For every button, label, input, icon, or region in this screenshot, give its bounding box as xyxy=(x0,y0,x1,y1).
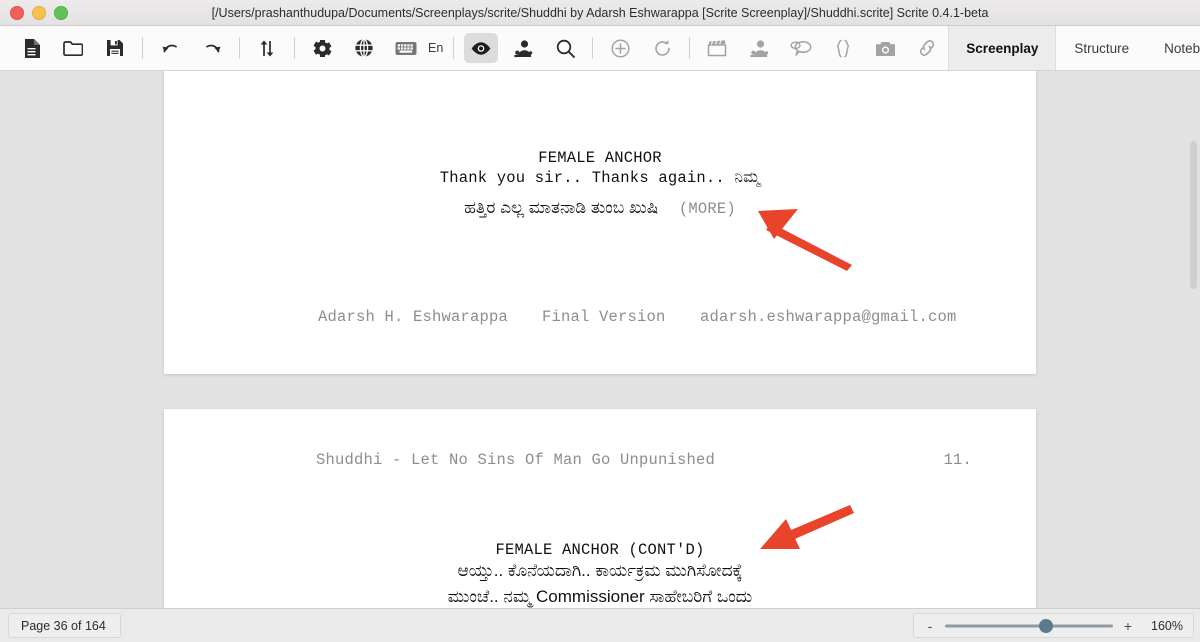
window-title: [/Users/prashanthudupa/Documents/Screenp… xyxy=(211,5,989,20)
minimize-window-button[interactable] xyxy=(32,5,46,20)
clapperboard-icon[interactable] xyxy=(700,33,734,63)
new-document-icon[interactable] xyxy=(14,33,48,63)
toolbar-separator-1 xyxy=(142,37,143,59)
dialogue-line-1: ಆಯ್ತು.. ಕೊನೆಯದಾಗಿ.. ಕಾರ್ಯಕ್ರಮ ಮುಗಿಸೋದಕ್ಕ… xyxy=(457,561,743,580)
dialogue-line-2-kannada: ಹತ್ತಿರ ಎಲ್ಲ ಮಾತನಾಡಿ ತುಂಬ ಖುಷಿ xyxy=(464,198,659,217)
screenplay-document-view[interactable]: FEMALE ANCHOR Thank you sir.. Thanks aga… xyxy=(0,71,1200,608)
camera-icon[interactable] xyxy=(868,33,902,63)
zoom-level-label: 160% xyxy=(1151,618,1183,633)
redo-icon[interactable] xyxy=(195,33,229,63)
toolbar-separator-4 xyxy=(453,37,455,59)
language-globe-icon[interactable] xyxy=(347,33,381,63)
zoom-control-group: - + 160% xyxy=(913,613,1194,638)
more-marker: (MORE) xyxy=(678,200,736,218)
add-icon[interactable] xyxy=(603,33,637,63)
braces-icon[interactable] xyxy=(826,33,860,63)
tab-notebook-label: Notebook xyxy=(1164,40,1200,56)
comment-icon[interactable] xyxy=(784,33,818,63)
page-header-number: 11. xyxy=(943,451,972,469)
language-code-label[interactable]: En xyxy=(428,41,443,55)
preview-eye-icon[interactable] xyxy=(464,33,499,63)
tab-structure-label: Structure xyxy=(1074,40,1130,56)
import-export-icon[interactable] xyxy=(250,33,284,63)
page-footer-version: Final Version xyxy=(542,308,666,326)
character-icon[interactable] xyxy=(506,33,540,63)
zoom-slider-track xyxy=(945,624,1113,627)
screenplay-page-top: FEMALE ANCHOR Thank you sir.. Thanks aga… xyxy=(164,71,1036,374)
tab-screenplay[interactable]: Screenplay xyxy=(948,26,1057,70)
toolbar-separator-2 xyxy=(239,37,240,59)
tab-notebook[interactable]: Notebook xyxy=(1146,26,1200,70)
status-bar: Page 36 of 164 - + 160% xyxy=(0,608,1200,642)
main-toolbar: En Screenplay Structure Noteb xyxy=(0,26,1200,71)
application-window: [/Users/prashanthudupa/Documents/Screenp… xyxy=(0,0,1200,642)
zoom-slider[interactable] xyxy=(945,618,1113,633)
settings-icon[interactable] xyxy=(305,33,339,63)
toolbar-separator-3 xyxy=(294,37,295,59)
refresh-icon[interactable] xyxy=(645,33,679,63)
dialogue-line-2: ಮುಂಚೆ.. ನಮ್ಮ Commissioner ಸಾಹೇಬರಿಗೆ ಒಂದು xyxy=(447,587,753,606)
search-icon[interactable] xyxy=(548,33,582,63)
page-header-title: Shuddhi - Let No Sins Of Man Go Unpunish… xyxy=(316,451,716,469)
tab-screenplay-label: Screenplay xyxy=(966,40,1039,56)
page-status-indicator[interactable]: Page 36 of 164 xyxy=(8,613,121,638)
undo-icon[interactable] xyxy=(153,33,187,63)
toolbar-button-group: En xyxy=(0,26,948,70)
open-folder-icon[interactable] xyxy=(56,33,90,63)
page-footer-author: Adarsh H. Eshwarappa xyxy=(318,308,509,326)
character-add-icon[interactable] xyxy=(742,33,776,63)
zoom-out-button[interactable]: - xyxy=(924,618,936,634)
dialogue-line-2-row: ಹತ್ತಿರ ಎಲ್ಲ ಮಾತನಾಡಿ ತುಂಬ ಖುಷಿ (MORE) xyxy=(164,198,1036,218)
title-bar: [/Users/prashanthudupa/Documents/Screenp… xyxy=(0,0,1200,26)
link-icon[interactable] xyxy=(910,33,944,63)
page-status-label: Page 36 of 164 xyxy=(21,618,106,633)
view-tab-group: Screenplay Structure Notebook teriflix xyxy=(948,26,1200,70)
close-window-button[interactable] xyxy=(10,5,24,20)
zoom-slider-handle[interactable] xyxy=(1038,618,1053,633)
keyboard-icon[interactable] xyxy=(389,33,423,63)
save-icon[interactable] xyxy=(98,33,132,63)
vertical-scrollbar[interactable] xyxy=(1190,141,1197,289)
toolbar-separator-6 xyxy=(689,37,691,59)
maximize-window-button[interactable] xyxy=(54,5,68,20)
character-cue-female-anchor-contd: FEMALE ANCHOR (CONT'D) xyxy=(495,541,705,559)
toolbar-separator-5 xyxy=(592,37,594,59)
dialogue-line-1: Thank you sir.. Thanks again.. ನಿಮ್ಮ xyxy=(439,169,761,187)
zoom-in-button[interactable]: + xyxy=(1122,618,1134,634)
tab-structure[interactable]: Structure xyxy=(1056,26,1146,70)
screenplay-page-bottom: Shuddhi - Let No Sins Of Man Go Unpunish… xyxy=(164,409,1036,608)
window-controls xyxy=(10,5,68,20)
character-cue-female-anchor: FEMALE ANCHOR xyxy=(538,149,662,167)
page-footer-email: adarsh.eshwarappa@gmail.com xyxy=(700,308,957,326)
